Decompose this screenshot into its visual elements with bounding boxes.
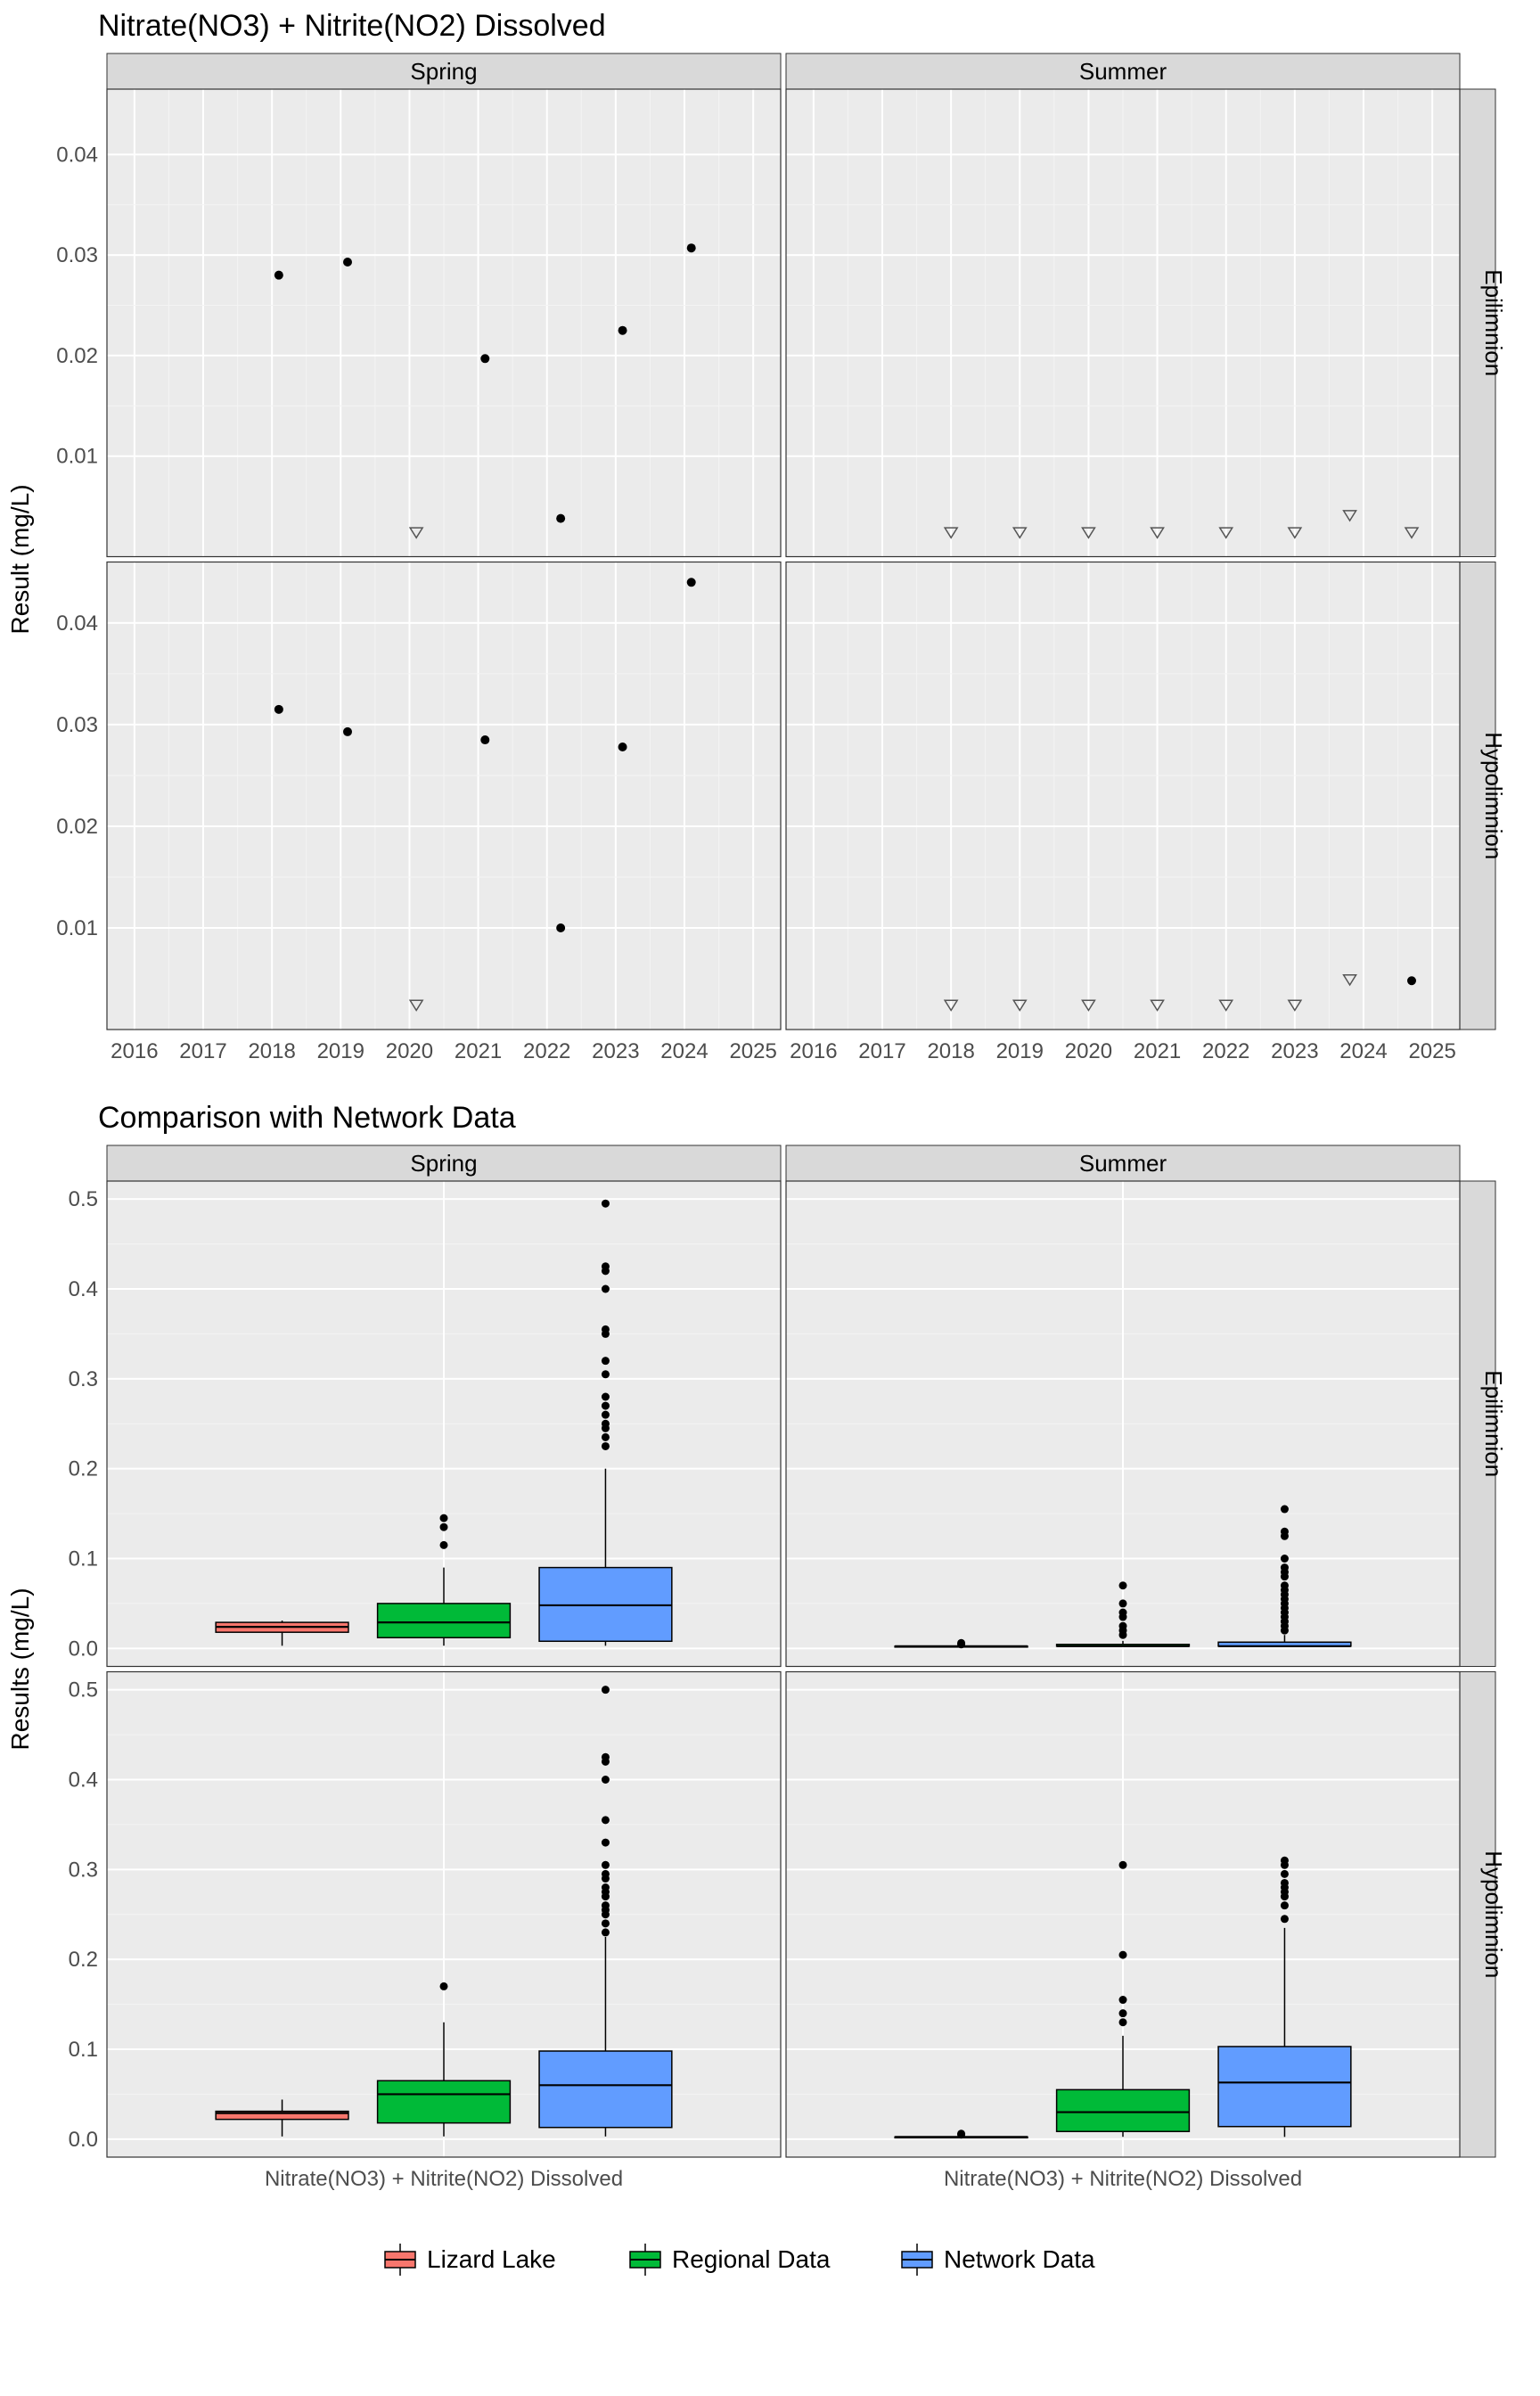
svg-text:Result (mg/L): Result (mg/L) xyxy=(6,484,34,634)
svg-text:2025: 2025 xyxy=(729,1039,776,1063)
svg-text:2021: 2021 xyxy=(1134,1039,1181,1063)
svg-text:2024: 2024 xyxy=(1339,1039,1387,1063)
svg-text:0.02: 0.02 xyxy=(56,344,98,368)
svg-text:Hypolimnion: Hypolimnion xyxy=(1480,1850,1507,1978)
box-facet-chart: Spring Summer Epilimnion Hypolimnion Results… xyxy=(0,1141,1540,2211)
svg-text:2016: 2016 xyxy=(790,1039,837,1063)
svg-text:0.02: 0.02 xyxy=(56,815,98,839)
svg-text:0.5: 0.5 xyxy=(69,1678,98,1703)
svg-text:0.01: 0.01 xyxy=(56,445,98,469)
svg-text:Summer: Summer xyxy=(1079,58,1167,85)
scatter-title: Nitrate(NO3) + Nitrite(NO2) Dissolved xyxy=(0,0,1540,49)
svg-text:0.5: 0.5 xyxy=(69,1187,98,1211)
svg-text:2019: 2019 xyxy=(996,1039,1044,1063)
svg-text:2025: 2025 xyxy=(1408,1039,1455,1063)
svg-text:Spring: Spring xyxy=(410,58,477,85)
svg-text:0.04: 0.04 xyxy=(56,611,98,636)
svg-text:2017: 2017 xyxy=(858,1039,905,1063)
svg-text:0.0: 0.0 xyxy=(69,1637,98,1661)
svg-text:0.1: 0.1 xyxy=(69,2038,98,2062)
svg-text:Lizard Lake: Lizard Lake xyxy=(427,2245,556,2273)
svg-text:0.03: 0.03 xyxy=(56,243,98,267)
svg-text:0.0: 0.0 xyxy=(69,2128,98,2152)
svg-text:0.2: 0.2 xyxy=(69,1457,98,1481)
svg-text:2019: 2019 xyxy=(317,1039,365,1063)
svg-text:0.01: 0.01 xyxy=(56,916,98,940)
svg-text:Summer: Summer xyxy=(1079,1150,1167,1177)
svg-text:0.03: 0.03 xyxy=(56,713,98,737)
svg-text:0.1: 0.1 xyxy=(69,1547,98,1571)
svg-text:2020: 2020 xyxy=(1065,1039,1112,1063)
svg-text:Nitrate(NO3) + Nitrite(NO2) Di: Nitrate(NO3) + Nitrite(NO2) Dissolved xyxy=(944,2167,1302,2191)
svg-text:Nitrate(NO3) + Nitrite(NO2) Di: Nitrate(NO3) + Nitrite(NO2) Dissolved xyxy=(265,2167,623,2191)
legend: Lizard Lake Regional Data Network Data xyxy=(0,2211,1540,2318)
svg-text:0.2: 0.2 xyxy=(69,1948,98,1972)
svg-text:2024: 2024 xyxy=(660,1039,708,1063)
svg-text:Results (mg/L): Results (mg/L) xyxy=(6,1588,34,1750)
box-title: Comparison with Network Data xyxy=(0,1092,1540,1141)
svg-text:2018: 2018 xyxy=(248,1039,295,1063)
svg-text:0.4: 0.4 xyxy=(69,1277,98,1301)
svg-text:2022: 2022 xyxy=(523,1039,570,1063)
svg-text:Epilimnion: Epilimnion xyxy=(1480,1370,1507,1477)
svg-text:2020: 2020 xyxy=(386,1039,433,1063)
svg-text:0.04: 0.04 xyxy=(56,143,98,167)
svg-text:2016: 2016 xyxy=(111,1039,158,1063)
svg-text:2023: 2023 xyxy=(592,1039,639,1063)
scatter-facet-chart: Spring Summer Epilimnion Hypolimnion Result … xyxy=(0,49,1540,1092)
svg-text:Spring: Spring xyxy=(410,1150,477,1177)
svg-text:Network Data: Network Data xyxy=(944,2245,1095,2273)
svg-text:2018: 2018 xyxy=(927,1039,974,1063)
svg-text:2017: 2017 xyxy=(179,1039,226,1063)
svg-text:Epilimnion: Epilimnion xyxy=(1480,269,1507,376)
svg-text:2021: 2021 xyxy=(455,1039,502,1063)
svg-text:2022: 2022 xyxy=(1202,1039,1249,1063)
svg-text:2023: 2023 xyxy=(1271,1039,1318,1063)
svg-text:0.3: 0.3 xyxy=(69,1858,98,1882)
svg-text:0.4: 0.4 xyxy=(69,1768,98,1793)
svg-text:Hypolimnion: Hypolimnion xyxy=(1480,732,1507,859)
svg-text:Regional Data: Regional Data xyxy=(672,2245,831,2273)
svg-text:0.3: 0.3 xyxy=(69,1367,98,1391)
